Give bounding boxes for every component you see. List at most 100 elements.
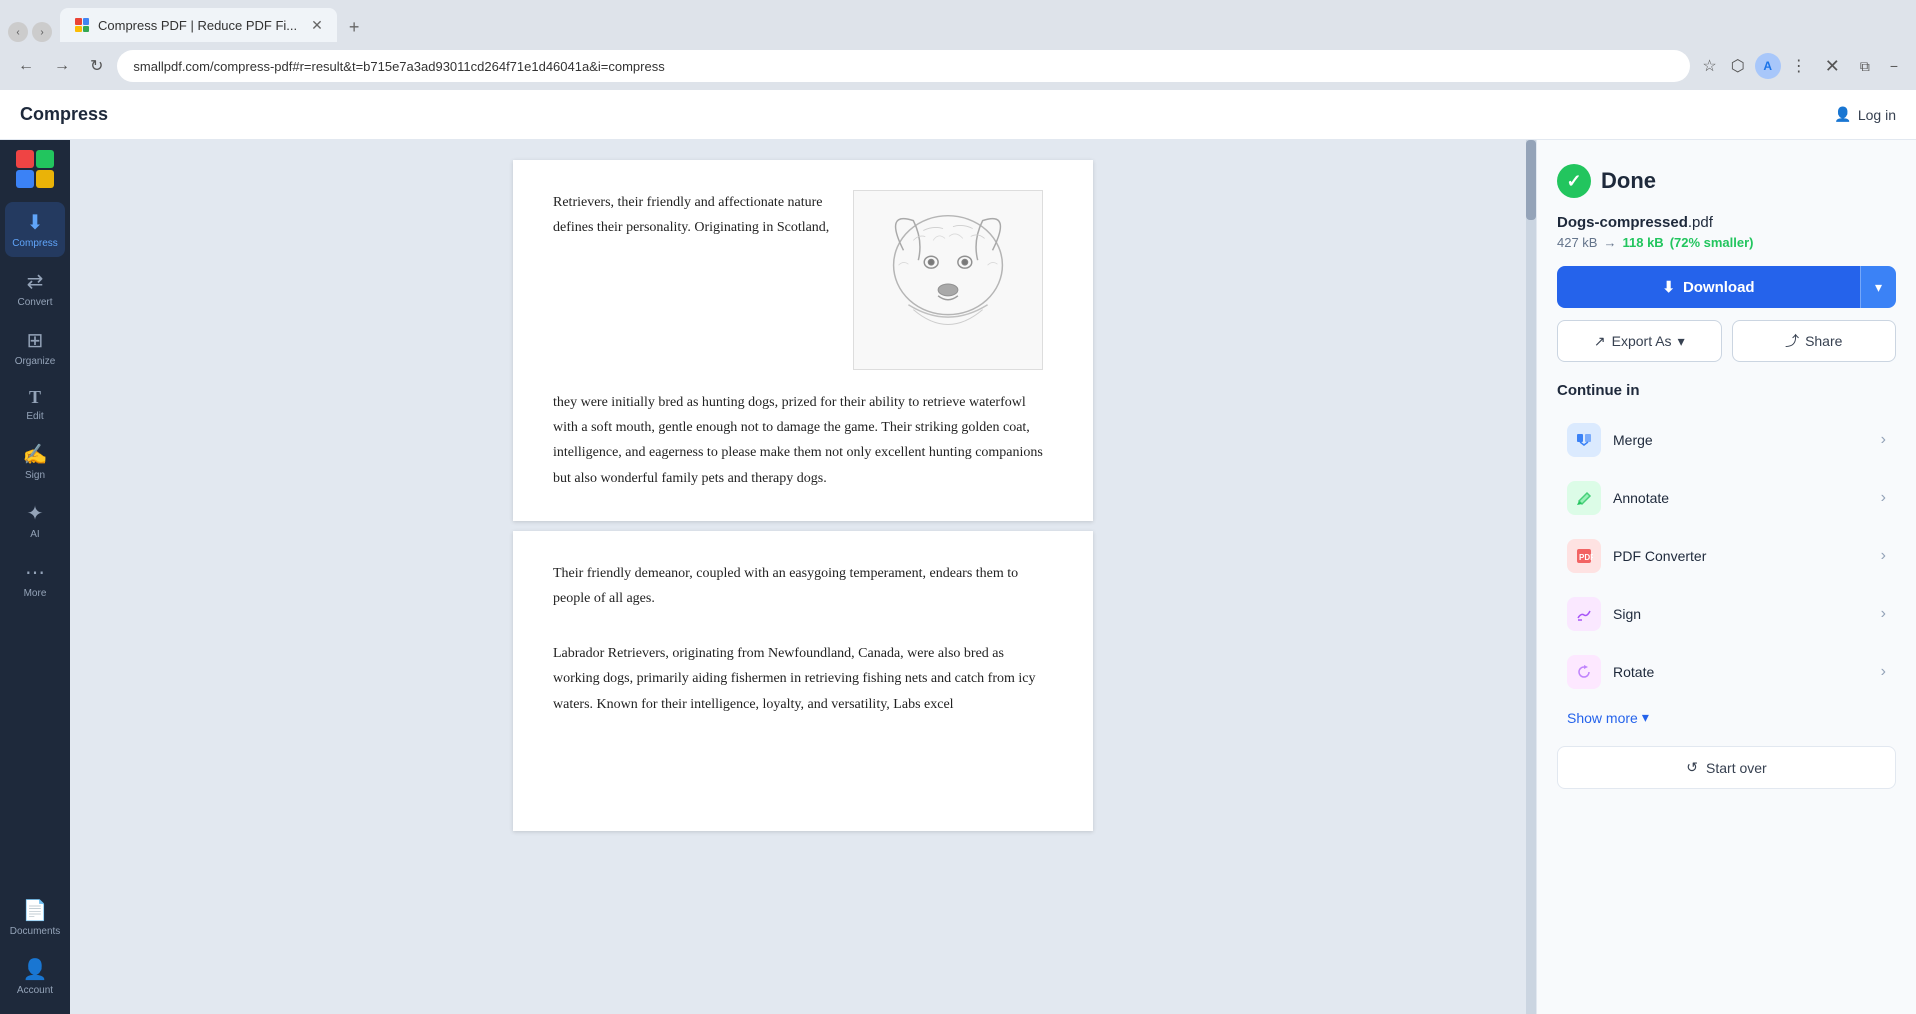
extensions-button[interactable]: ⬡ [1727,52,1749,80]
share-button[interactable]: ⤴ Share [1732,320,1897,362]
file-size-info: 427 kB → 118 kB (72% smaller) [1557,235,1896,250]
sign-icon-panel [1567,597,1601,631]
sidebar-item-organize-label: Organize [15,356,56,367]
bookmark-button[interactable]: ☆ [1698,52,1720,80]
download-icon: ⬇ [1662,278,1675,296]
new-tab-button[interactable]: + [341,13,368,42]
edit-icon: T [29,387,41,408]
sidebar-item-sign-label: Sign [25,470,45,481]
show-more-label: Show more [1567,710,1638,726]
active-tab[interactable]: Compress PDF | Reduce PDF Fi... ✕ [60,8,337,42]
sidebar-item-documents[interactable]: 📄 Documents [5,890,65,945]
profile-avatar[interactable]: A [1755,53,1781,79]
pdf-text-column: Retrievers, their friendly and affection… [553,190,833,370]
sidebar-item-ai-label: AI [30,529,39,540]
sidebar-item-edit[interactable]: T Edit [5,379,65,430]
merge-label: Merge [1613,432,1869,448]
start-over-icon: ↺ [1686,759,1698,776]
pdf-page-layout: Retrievers, their friendly and affection… [553,190,1053,370]
login-icon: 👤 [1834,106,1851,123]
minimize-window-button[interactable]: − [1884,54,1904,78]
sidebar-item-edit-label: Edit [26,411,43,422]
right-panel: ✓ Done Dogs-compressed.pdf 427 kB → 118 … [1536,140,1916,1014]
menu-button[interactable]: ⋮ [1787,52,1811,80]
tab-title: Compress PDF | Reduce PDF Fi... [98,18,297,33]
annotate-icon [1567,481,1601,515]
converter-icon: PDF [1567,539,1601,573]
pdf-page2-para2: Labrador Retrievers, originating from Ne… [553,641,1053,717]
app-header: Compress 👤 Log in [0,90,1916,140]
show-more-button[interactable]: Show more ▾ [1557,701,1896,734]
tab-arrow-right[interactable]: › [32,22,52,42]
download-button[interactable]: ⬇ Download [1557,266,1860,308]
more-icon: ⋯ [25,560,45,585]
pdf-scrollbar-thumb[interactable] [1526,140,1536,220]
annotate-arrow-icon: › [1881,489,1886,507]
continue-item-merge[interactable]: Merge › [1557,411,1896,469]
main-content: Retrievers, their friendly and affection… [70,140,1916,1014]
sidebar-item-compress-label: Compress [12,238,58,249]
nav-back-button[interactable]: ← [12,53,40,79]
sidebar-item-organize[interactable]: ⊞ Organize [5,320,65,375]
chevron-down-icon: ▾ [1875,279,1882,295]
pdf-viewer[interactable]: Retrievers, their friendly and affection… [70,140,1536,1014]
export-label: Export As [1612,333,1672,349]
nav-refresh-button[interactable]: ↻ [84,52,109,80]
tab-arrow-left[interactable]: ‹ [8,22,28,42]
download-label: Download [1683,279,1755,296]
action-row: ↗ Export As ▾ ⤴ Share [1557,320,1896,362]
continue-item-converter[interactable]: PDF PDF Converter › [1557,527,1896,585]
original-size: 427 kB [1557,235,1597,250]
continue-item-rotate[interactable]: Rotate › [1557,643,1896,701]
convert-icon: ⇄ [27,269,44,294]
sidebar-item-more[interactable]: ⋯ More [5,552,65,607]
sidebar-item-documents-label: Documents [10,926,61,937]
new-size: 118 kB [1622,235,1663,250]
continue-item-annotate[interactable]: Annotate › [1557,469,1896,527]
start-over-button[interactable]: ↺ Start over [1557,746,1896,789]
converter-arrow-icon: › [1881,547,1886,565]
restore-window-button[interactable]: ⧉ [1854,54,1876,79]
close-window-button[interactable]: ✕ [1819,52,1846,81]
sidebar-item-convert[interactable]: ⇄ Convert [5,261,65,316]
browser-chrome: ‹ › Compress PDF | Reduce PDF Fi... ✕ + … [0,0,1916,90]
share-label: Share [1805,333,1842,349]
download-chevron-button[interactable]: ▾ [1860,266,1896,308]
sidebar-item-compress[interactable]: ⬇ Compress [5,202,65,257]
sign-label: Sign [1613,606,1869,622]
sidebar-item-account-label: Account [17,985,53,996]
sidebar-item-account[interactable]: 👤 Account [5,949,65,1004]
tab-close-button[interactable]: ✕ [311,17,323,34]
organize-icon: ⊞ [27,328,44,353]
nav-forward-button[interactable]: → [48,53,76,79]
start-over-label: Start over [1706,760,1767,776]
export-as-button[interactable]: ↗ Export As ▾ [1557,320,1722,362]
file-info: Dogs-compressed.pdf 427 kB → 118 kB (72%… [1557,214,1896,250]
sidebar-item-ai[interactable]: ✦ AI [5,493,65,548]
dog-image [853,190,1043,370]
documents-icon: 📄 [23,898,48,923]
sidebar-item-convert-label: Convert [17,297,52,308]
show-more-chevron-icon: ▾ [1642,709,1649,726]
sidebar-item-sign[interactable]: ✍ Sign [5,434,65,489]
file-name-text: Dogs-compressed [1557,214,1688,231]
merge-arrow-icon: › [1881,431,1886,449]
pdf-image-column [853,190,1053,370]
pdf-scrollbar[interactable] [1526,140,1536,1014]
continue-item-sign[interactable]: Sign › [1557,585,1896,643]
annotate-label: Annotate [1613,490,1869,506]
rotate-icon [1567,655,1601,689]
share-icon: ⤴ [1785,331,1799,351]
page-title: Compress [20,104,108,125]
file-name: Dogs-compressed.pdf [1557,214,1896,231]
file-ext: .pdf [1688,214,1713,231]
app-container: ⬇ Compress ⇄ Convert ⊞ Organize T Edit ✍… [0,140,1916,1014]
login-label: Log in [1858,107,1896,123]
browser-tabs: ‹ › Compress PDF | Reduce PDF Fi... ✕ + [0,0,1916,42]
app-logo [16,150,54,188]
login-button[interactable]: 👤 Log in [1834,106,1896,123]
continue-in-label: Continue in [1557,382,1896,399]
address-bar[interactable]: smallpdf.com/compress-pdf#r=result&t=b71… [117,50,1690,82]
done-header: ✓ Done [1557,164,1896,198]
sidebar: ⬇ Compress ⇄ Convert ⊞ Organize T Edit ✍… [0,140,70,1014]
